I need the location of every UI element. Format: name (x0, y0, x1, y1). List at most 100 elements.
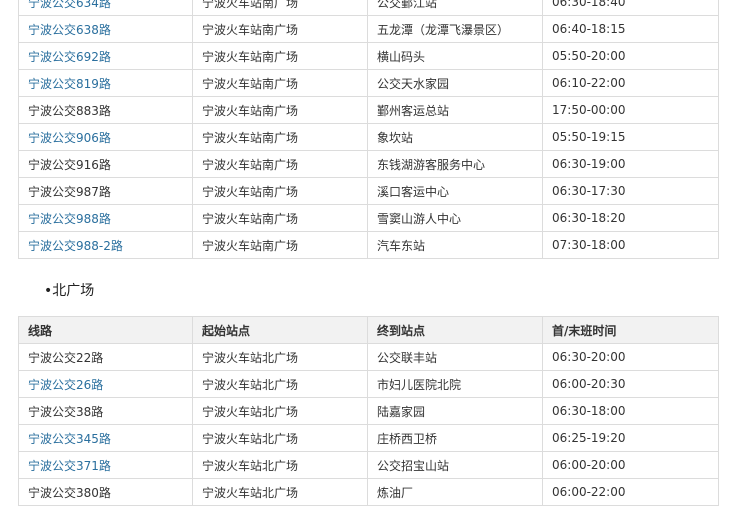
start-station-cell: 宁波火车站北广场 (192, 343, 368, 371)
end-station-cell: 鄞州客运总站 (367, 96, 543, 124)
header-route: 线路 (18, 316, 193, 344)
route-cell: 宁波公交987路 (18, 177, 193, 205)
start-station-cell: 宁波火车站南广场 (192, 96, 368, 124)
table-row: 宁波公交380路 宁波火车站北广场 炼油厂 06:00-22:00 (18, 478, 719, 506)
table-row: 宁波公交22路 宁波火车站北广场 公交联丰站 06:30-20:00 (18, 343, 719, 371)
route-link[interactable]: 宁波公交692路 (28, 50, 111, 64)
end-station-cell: 炼油厂 (367, 478, 543, 506)
route-link[interactable]: 宁波公交345路 (28, 432, 111, 446)
start-station-cell: 宁波火车站北广场 (192, 424, 368, 452)
schedule-cell: 06:10-22:00 (542, 69, 719, 97)
route-link[interactable]: 宁波公交988-2路 (28, 239, 123, 253)
start-station-cell: 宁波火车站南广场 (192, 150, 368, 178)
header-start-station: 起始站点 (192, 316, 368, 344)
schedule-cell: 06:30-18:20 (542, 204, 719, 232)
start-station-cell: 宁波火车站北广场 (192, 397, 368, 425)
schedule-cell: 17:50-00:00 (542, 96, 719, 124)
route-name: 宁波公交38路 (28, 404, 104, 419)
schedule-cell: 06:00-20:30 (542, 370, 719, 398)
table-row: 宁波公交38路 宁波火车站北广场 陆嘉家园 06:30-18:00 (18, 397, 719, 425)
route-cell: 宁波公交38路 (18, 397, 193, 425)
end-station-cell: 庄桥西卫桥 (367, 424, 543, 452)
table-row: 宁波公交634路 宁波火车站南广场 公交鄞江站 06:30-18:40 (18, 0, 719, 16)
schedule-cell: 05:50-19:15 (542, 123, 719, 151)
schedule-cell: 06:30-19:00 (542, 150, 719, 178)
route-cell: 宁波公交988-2路 (18, 231, 193, 259)
route-name: 宁波公交380路 (28, 485, 111, 500)
start-station-cell: 宁波火车站北广场 (192, 451, 368, 479)
route-cell: 宁波公交380路 (18, 478, 193, 506)
start-station-cell: 宁波火车站南广场 (192, 177, 368, 205)
end-station-cell: 横山码头 (367, 42, 543, 70)
schedule-cell: 06:30-17:30 (542, 177, 719, 205)
schedule-cell: 05:50-20:00 (542, 42, 719, 70)
route-link[interactable]: 宁波公交634路 (28, 0, 111, 10)
header-schedule: 首/末班时间 (542, 316, 719, 344)
table-row: 宁波公交371路 宁波火车站北广场 公交招宝山站 06:00-20:00 (18, 451, 719, 479)
route-cell: 宁波公交371路 (18, 451, 193, 479)
route-name: 宁波公交22路 (28, 350, 104, 365)
route-link[interactable]: 宁波公交906路 (28, 131, 111, 145)
route-cell: 宁波公交345路 (18, 424, 193, 452)
table-row: 宁波公交883路 宁波火车站南广场 鄞州客运总站 17:50-00:00 (18, 96, 719, 124)
table-row: 宁波公交638路 宁波火车站南广场 五龙潭（龙潭飞瀑景区） 06:40-18:15 (18, 15, 719, 43)
header-end-station: 终到站点 (367, 316, 543, 344)
end-station-cell: 雪窦山游人中心 (367, 204, 543, 232)
start-station-cell: 宁波火车站南广场 (192, 69, 368, 97)
start-station-cell: 宁波火车站南广场 (192, 123, 368, 151)
route-link[interactable]: 宁波公交371路 (28, 459, 111, 473)
start-station-cell: 宁波火车站南广场 (192, 42, 368, 70)
route-link[interactable]: 宁波公交26路 (28, 378, 103, 392)
north-plaza-routes-table: 线路 起始站点 终到站点 首/末班时间 宁波公交22路 宁波火车站北广场 公交联丰站… (18, 316, 719, 506)
table-row: 宁波公交819路 宁波火车站南广场 公交天水家园 06:10-22:00 (18, 69, 719, 97)
end-station-cell: 公交鄞江站 (367, 0, 543, 16)
start-station-cell: 宁波火车站南广场 (192, 231, 368, 259)
table-row: 宁波公交987路 宁波火车站南广场 溪口客运中心 06:30-17:30 (18, 177, 719, 205)
start-station-cell: 宁波火车站北广场 (192, 370, 368, 398)
end-station-cell: 市妇儿医院北院 (367, 370, 543, 398)
route-name: 宁波公交987路 (28, 184, 111, 199)
table-row: 宁波公交906路 宁波火车站南广场 象坎站 05:50-19:15 (18, 123, 719, 151)
route-cell: 宁波公交692路 (18, 42, 193, 70)
end-station-cell: 公交招宝山站 (367, 451, 543, 479)
route-link[interactable]: 宁波公交638路 (28, 23, 111, 37)
schedule-cell: 07:30-18:00 (542, 231, 719, 259)
start-station-cell: 宁波火车站北广场 (192, 478, 368, 506)
schedule-cell: 06:30-18:40 (542, 0, 719, 16)
table-row: 宁波公交26路 宁波火车站北广场 市妇儿医院北院 06:00-20:30 (18, 370, 719, 398)
route-cell: 宁波公交634路 (18, 0, 193, 16)
end-station-cell: 五龙潭（龙潭飞瀑景区） (367, 15, 543, 43)
table-row: 宁波公交692路 宁波火车站南广场 横山码头 05:50-20:00 (18, 42, 719, 70)
end-station-cell: 汽车东站 (367, 231, 543, 259)
route-link[interactable]: 宁波公交988路 (28, 212, 111, 226)
start-station-cell: 宁波火车站南广场 (192, 15, 368, 43)
end-station-cell: 公交联丰站 (367, 343, 543, 371)
end-station-cell: 东钱湖游客服务中心 (367, 150, 543, 178)
route-name: 宁波公交883路 (28, 103, 111, 118)
route-cell: 宁波公交26路 (18, 370, 193, 398)
table-row: 宁波公交988-2路 宁波火车站南广场 汽车东站 07:30-18:00 (18, 231, 719, 259)
table-row: 宁波公交345路 宁波火车站北广场 庄桥西卫桥 06:25-19:20 (18, 424, 719, 452)
route-link[interactable]: 宁波公交819路 (28, 77, 111, 91)
end-station-cell: 陆嘉家园 (367, 397, 543, 425)
end-station-cell: 溪口客运中心 (367, 177, 543, 205)
route-cell: 宁波公交819路 (18, 69, 193, 97)
table-row: 宁波公交916路 宁波火车站南广场 东钱湖游客服务中心 06:30-19:00 (18, 150, 719, 178)
start-station-cell: 宁波火车站南广场 (192, 0, 368, 16)
route-cell: 宁波公交906路 (18, 123, 193, 151)
route-cell: 宁波公交916路 (18, 150, 193, 178)
schedule-cell: 06:40-18:15 (542, 15, 719, 43)
south-plaza-routes-table: 宁波公交634路 宁波火车站南广场 公交鄞江站 06:30-18:40 宁波公交638路… (18, 0, 719, 259)
route-cell: 宁波公交22路 (18, 343, 193, 371)
start-station-cell: 宁波火车站南广场 (192, 204, 368, 232)
table-header-row: 线路 起始站点 终到站点 首/末班时间 (18, 316, 719, 344)
route-cell: 宁波公交988路 (18, 204, 193, 232)
route-cell: 宁波公交638路 (18, 15, 193, 43)
table-row: 宁波公交988路 宁波火车站南广场 雪窦山游人中心 06:30-18:20 (18, 204, 719, 232)
schedule-cell: 06:00-20:00 (542, 451, 719, 479)
schedule-cell: 06:30-18:00 (542, 397, 719, 425)
schedule-cell: 06:00-22:00 (542, 478, 719, 506)
route-name: 宁波公交916路 (28, 157, 111, 172)
schedule-cell: 06:25-19:20 (542, 424, 719, 452)
north-plaza-section-title: •北广场 (44, 283, 95, 299)
